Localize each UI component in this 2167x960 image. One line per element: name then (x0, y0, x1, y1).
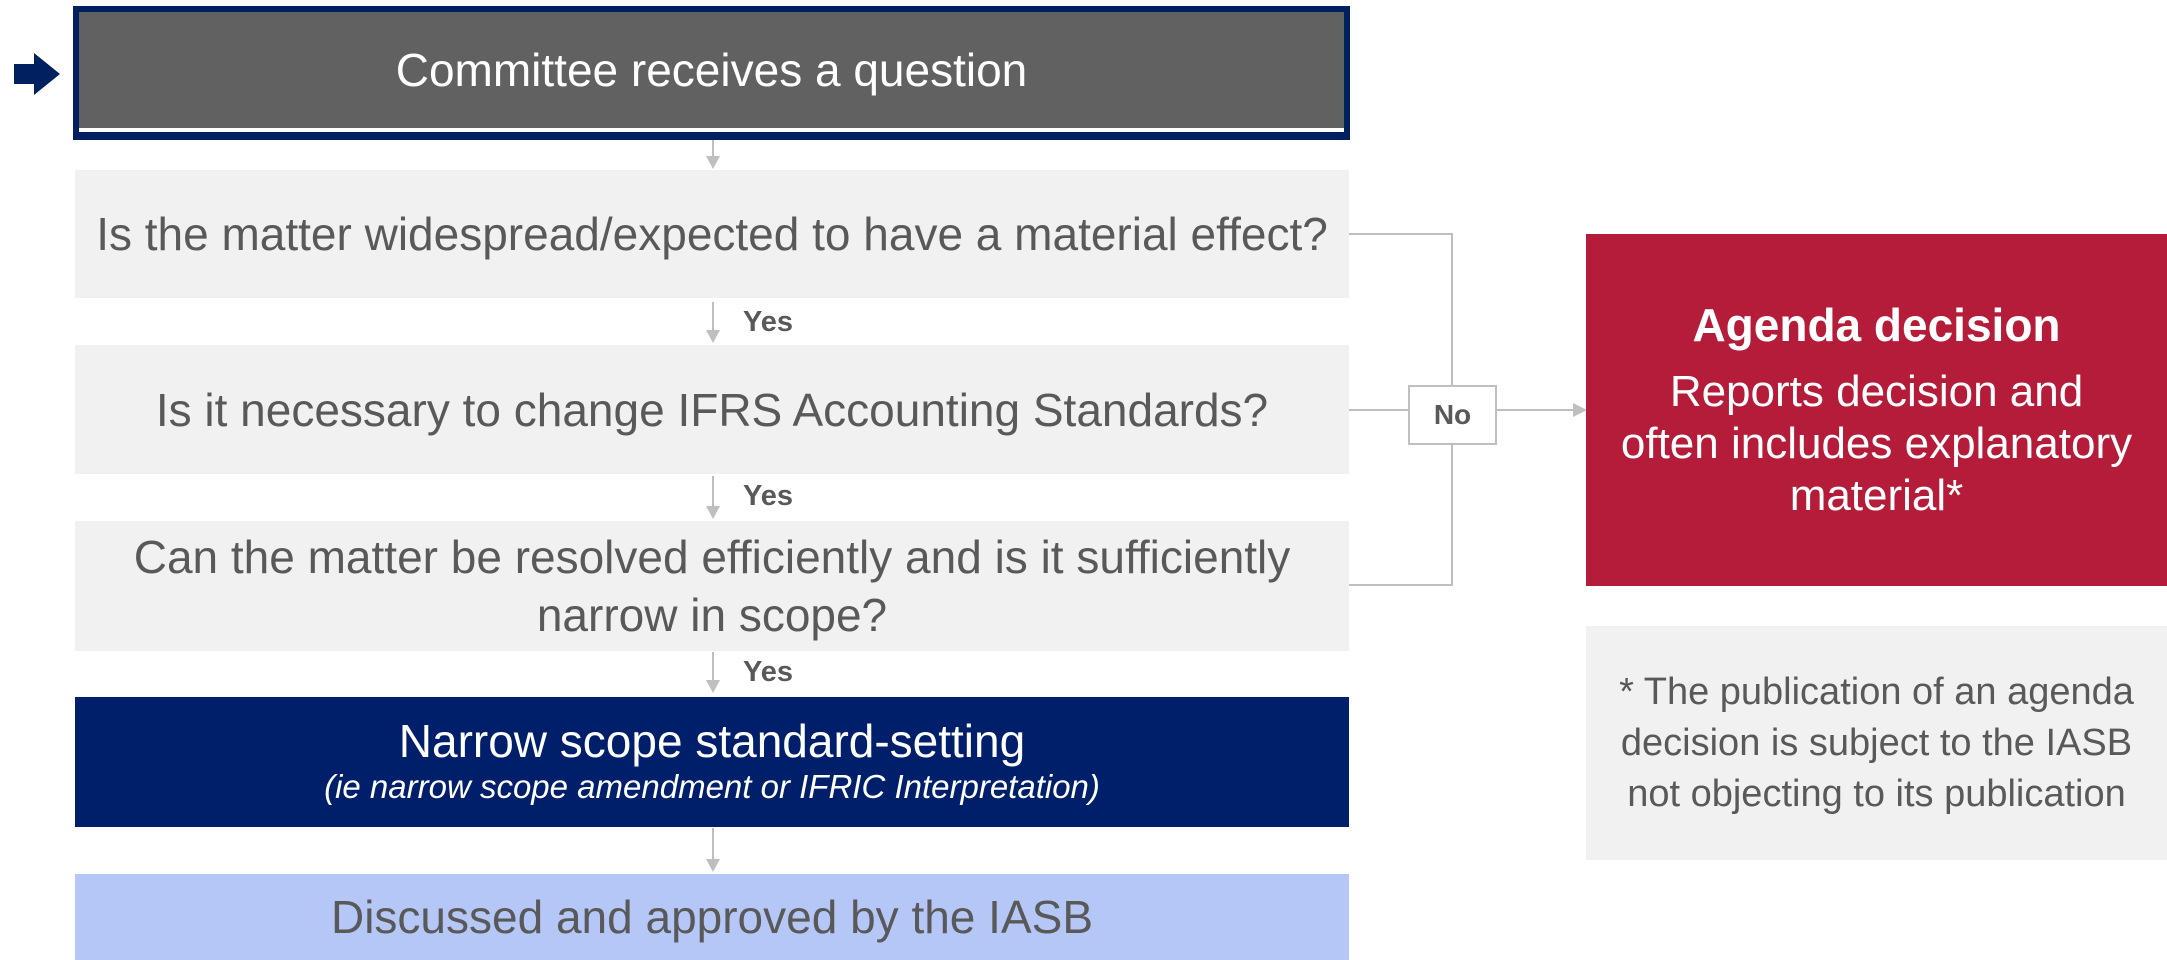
start-label: Committee receives a question (395, 44, 1028, 96)
no-branch-arrowhead (1573, 403, 1587, 417)
standard-setting-subtitle: (ie narrow scope amendment or IFRIC Inte… (324, 768, 1100, 805)
start-box-inner: Committee receives a question (79, 12, 1344, 132)
start-box: Committee receives a question (73, 6, 1350, 140)
footnote-text: * The publication of an agenda decision … (1619, 670, 2134, 815)
footnote-box: * The publication of an agenda decision … (1586, 626, 2167, 860)
down-arrow-2 (706, 302, 720, 343)
question-narrow-scope: Can the matter be resolved efficiently a… (75, 521, 1349, 651)
agenda-decision-box: Agenda decision Reports decision and oft… (1586, 234, 2167, 586)
final-step-label: Discussed and approved by the IASB (330, 891, 1093, 943)
yes-label-3: Yes (743, 656, 793, 688)
down-arrow-3 (706, 476, 720, 519)
question-change-standards: Is it necessary to change IFRS Accountin… (75, 345, 1349, 474)
pointer-arrow-icon (14, 53, 60, 95)
no-label-box: No (1408, 385, 1497, 445)
down-arrow-5 (706, 828, 720, 872)
yes-label-2: Yes (743, 480, 793, 512)
question-widespread-label: Is the matter widespread/expected to hav… (96, 208, 1328, 260)
standard-setting-title: Narrow scope standard-setting (398, 715, 1026, 767)
question-widespread: Is the matter widespread/expected to hav… (75, 170, 1349, 298)
no-label: No (1433, 399, 1472, 430)
agenda-decision-body: Reports decision and often includes expl… (1620, 367, 2133, 520)
final-step-box: Discussed and approved by the IASB (75, 874, 1349, 960)
agenda-decision-title: Agenda decision (1692, 299, 2061, 351)
yes-label-1: Yes (743, 306, 793, 338)
question-narrow-scope-label: Can the matter be resolved efficiently a… (133, 531, 1291, 641)
down-arrow-4 (706, 652, 720, 693)
standard-setting-box: Narrow scope standard-setting (ie narrow… (75, 697, 1349, 827)
question-change-standards-label: Is it necessary to change IFRS Accountin… (155, 383, 1269, 436)
